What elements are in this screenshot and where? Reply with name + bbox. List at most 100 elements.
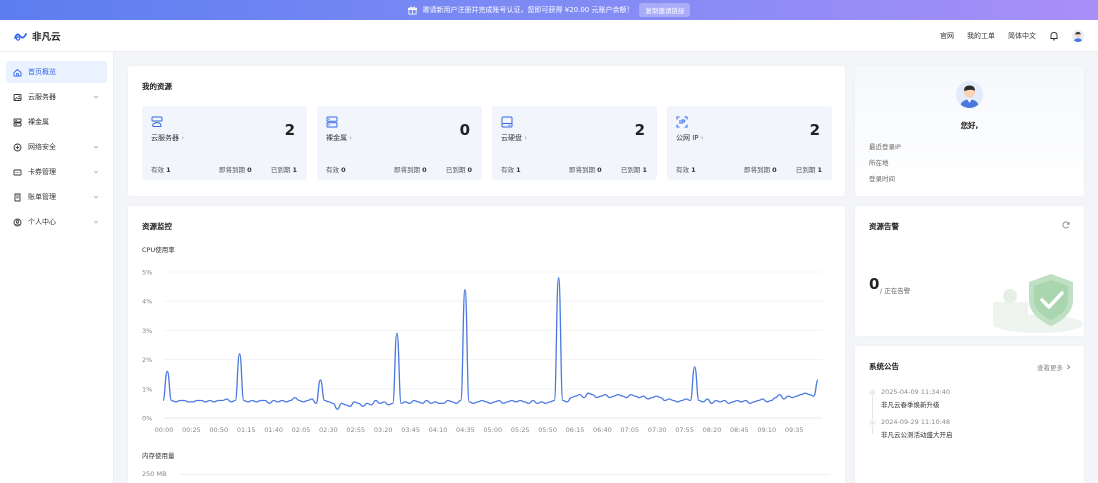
resource-tile[interactable]: 云服务器 › 2 有效 1 即将到期 0 已到期 1 (142, 106, 307, 180)
y-tick-label: 1% (142, 385, 152, 393)
resource-tile[interactable]: 裸金属 › 0 有效 0 即将到期 0 已到期 0 (317, 106, 482, 180)
sidebar-item-1[interactable]: 云服务器 (6, 86, 107, 108)
sidebar-item-label: 账单管理 (28, 193, 56, 201)
resource-count: 0 (459, 121, 470, 139)
brand-logo[interactable]: 非凡云 (14, 29, 61, 43)
copy-invite-link-button[interactable]: 复制邀请链接 (639, 3, 691, 17)
x-tick-label: 01:15 (237, 426, 256, 434)
chevron-down-icon (93, 195, 99, 199)
resource-count: 2 (809, 121, 820, 139)
y-tick-label: 0% (142, 415, 152, 423)
last-login-ip-label: 最近登录IP (869, 143, 901, 151)
resource-alert-card: 资源告警 0 / 正在告警 (855, 206, 1084, 336)
resource-expiring: 即将到期 0 (569, 166, 602, 174)
cpu-usage-label: CPU使用率 (142, 246, 175, 254)
x-tick-label: 09:35 (785, 426, 804, 434)
resource-expired: 已到期 1 (620, 166, 647, 174)
x-tick-label: 03:45 (401, 426, 420, 434)
x-tick-label: 04:10 (429, 426, 448, 434)
language-switch[interactable]: 简体中文 (1008, 31, 1036, 41)
x-tick-label: 08:20 (703, 426, 722, 434)
login-time-label: 登录时间 (869, 175, 895, 183)
resource-count: 2 (284, 121, 295, 139)
resource-name: 云硬盘 › (501, 134, 528, 142)
shield-icon (13, 143, 22, 151)
sidebar-item-label: 网络安全 (28, 143, 56, 151)
cpu-usage-chart: 0% 1% 2% 3% 4% 5% 00:00 00:25 00:50 01:15 01:40 02:… (142, 269, 822, 434)
x-tick-label: 05:50 (538, 426, 557, 434)
bell-icon[interactable] (1049, 31, 1059, 41)
sidebar-item-label: 卡券管理 (28, 168, 56, 176)
x-tick-label: 07:30 (648, 426, 667, 434)
sidebar-item-3[interactable]: 网络安全 (6, 136, 107, 158)
x-tick-label: 09:10 (757, 426, 776, 434)
x-tick-label: 02:05 (292, 426, 311, 434)
brand-name: 非凡云 (32, 31, 61, 43)
x-tick-label: 00:50 (209, 426, 228, 434)
x-tick-label: 04:35 (456, 426, 475, 434)
user-avatar[interactable] (1072, 29, 1084, 42)
home-icon (13, 68, 22, 76)
promo-banner: 邀请新用户注册并完成账号认证，您即可获得 ¥20.00 元账户余额！ 复制邀请链… (0, 0, 1098, 20)
refresh-icon[interactable] (1062, 221, 1070, 229)
notice-item[interactable]: 2024-09-29 11:10:48 非凡云公测活动盛大开启 (869, 416, 1069, 440)
profile-avatar (956, 81, 983, 108)
x-tick-label: 02:30 (319, 426, 338, 434)
x-tick-label: 07:55 (675, 426, 694, 434)
cpu-series-line (162, 277, 819, 410)
chevron-down-icon (93, 95, 99, 99)
nav-link-official-site[interactable]: 官网 (940, 31, 954, 41)
image-icon (13, 93, 22, 101)
alert-count-label: / 正在告警 (880, 287, 911, 295)
x-tick-label: 02:55 (346, 426, 365, 434)
resource-active: 有效 1 (676, 166, 696, 174)
resource-alert-title: 资源告警 (869, 222, 899, 231)
profile-greeting: 您好, (960, 121, 979, 130)
main-content: 我的资源 云服务器 › 2 有效 1 即将到期 0 已到期 1 裸金属 › 0 有效 0 即将到… (114, 52, 1098, 483)
notice-item[interactable]: 2025-04-09 11:34:40 非凡云春季焕新升级 (869, 386, 1069, 410)
view-more-link[interactable]: 查看更多 (1037, 362, 1071, 372)
user-circle-icon (13, 218, 22, 226)
chevron-down-icon (93, 220, 99, 224)
chevron-down-icon (93, 170, 99, 174)
resource-expiring: 即将到期 0 (394, 166, 427, 174)
sidebar-item-6[interactable]: 个人中心 (6, 211, 107, 233)
sidebar-item-5[interactable]: 账单管理 (6, 186, 107, 208)
timeline-dot (869, 419, 876, 426)
gift-icon (407, 6, 417, 15)
ticket-icon (13, 169, 22, 175)
sidebar-item-4[interactable]: 卡券管理 (6, 161, 107, 183)
sidebar-item-label: 裸金属 (28, 118, 49, 126)
resource-expired: 已到期 1 (270, 166, 297, 174)
resource-expiring: 即将到期 0 (744, 166, 777, 174)
x-tick-label: 05:25 (511, 426, 530, 434)
resource-expired: 已到期 1 (795, 166, 822, 174)
my-resources-title: 我的资源 (142, 82, 172, 91)
chevron-right-icon (1066, 364, 1071, 370)
shield-illustration (993, 274, 1083, 333)
resource-name: 裸金属 › (326, 134, 353, 142)
cloud-server-icon (151, 116, 163, 127)
sidebar-item-label: 云服务器 (28, 93, 56, 101)
nav-link-my-tickets[interactable]: 我的工单 (967, 31, 995, 41)
resource-count: 2 (634, 121, 645, 139)
resource-tile[interactable]: 公网 IP › 2 有效 1 即将到期 0 已到期 1 (667, 106, 832, 180)
sidebar-item-2[interactable]: 裸金属 (6, 111, 107, 133)
resource-tile[interactable]: 云硬盘 › 2 有效 1 即将到期 0 已到期 1 (492, 106, 657, 180)
disk-icon (501, 116, 513, 128)
view-more-label: 查看更多 (1037, 364, 1063, 372)
resource-name: 公网 IP › (676, 134, 704, 142)
memory-usage-label: 内存使用量 (142, 452, 175, 460)
system-notice-card: 系统公告 查看更多 2025-04-09 11:34:40 非凡云春季焕新升级 20… (855, 346, 1084, 483)
sidebar-item-0[interactable]: 首页概览 (6, 61, 107, 83)
notice-text: 非凡云公测活动盛大开启 (881, 431, 953, 439)
my-resources-card: 我的资源 云服务器 › 2 有效 1 即将到期 0 已到期 1 裸金属 › 0 有效 0 即将到… (128, 66, 845, 196)
resource-expiring: 即将到期 0 (219, 166, 252, 174)
top-navbar: 非凡云 官网 我的工单 简体中文 (0, 20, 1098, 52)
notice-text: 非凡云春季焕新升级 (881, 401, 940, 409)
x-tick-label: 03:20 (374, 426, 393, 434)
system-notice-title: 系统公告 (869, 362, 899, 371)
sidebar-item-label: 个人中心 (28, 218, 56, 226)
ip-icon (676, 116, 688, 128)
resource-active: 有效 1 (151, 166, 171, 174)
